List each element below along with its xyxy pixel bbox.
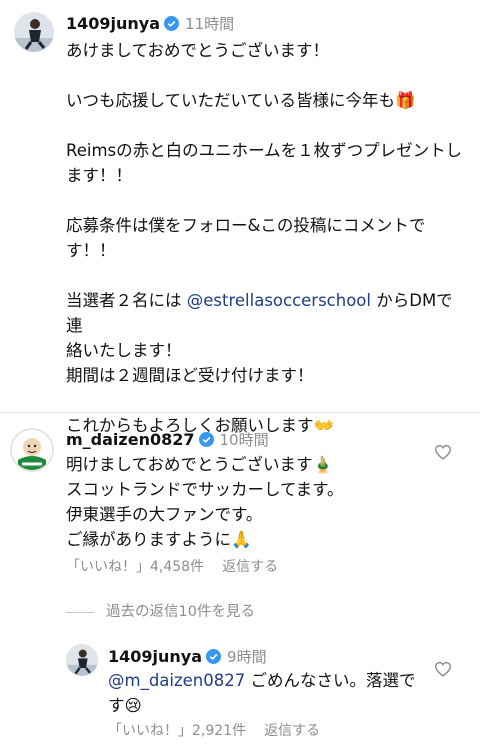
reply-reply-button[interactable]: 返信する bbox=[264, 723, 320, 739]
post-caption: 1409junya 11時間 あけましておめでとうございます！ いつも応援していた… bbox=[0, 0, 480, 435]
caption-text: あけましておめでとうございます！ いつも応援していただいている皆様に今年も🎁 R… bbox=[66, 41, 463, 435]
post-username[interactable]: 1409junya bbox=[66, 14, 160, 33]
avatar[interactable] bbox=[66, 644, 98, 676]
verified-badge-icon bbox=[198, 432, 214, 451]
view-replies-label: 過去の返信10件を見る bbox=[106, 604, 255, 620]
reply-text: @m_daizen0827 ごめんなさい。落選で す😢 bbox=[108, 671, 416, 715]
comment-text: 明けましておめでとうございます🎍 スコットランドでサッカーしてます。 伊東選手の… bbox=[66, 455, 344, 549]
divider bbox=[0, 412, 480, 413]
mention-link[interactable]: @estrellasoccerschool bbox=[187, 291, 371, 310]
avatar[interactable] bbox=[14, 12, 54, 52]
verified-badge-icon bbox=[206, 649, 222, 668]
avatar[interactable] bbox=[10, 428, 54, 472]
comment-timestamp: 10時間 bbox=[219, 431, 269, 449]
comment-like-count[interactable]: 「いいね！」4,458件 bbox=[66, 559, 204, 575]
replies-line-divider bbox=[66, 611, 94, 613]
mention-link[interactable]: @m_daizen0827 bbox=[108, 671, 245, 690]
comment-username[interactable]: m_daizen0827 bbox=[66, 430, 195, 449]
heart-icon[interactable] bbox=[434, 444, 452, 464]
heart-icon[interactable] bbox=[434, 661, 452, 681]
reply-username[interactable]: 1409junya bbox=[108, 647, 202, 666]
comment-reply-button[interactable]: 返信する bbox=[222, 559, 278, 575]
view-replies-button[interactable]: 過去の返信10件を見る bbox=[66, 600, 255, 621]
reply-timestamp: 9時間 bbox=[227, 648, 267, 666]
post-timestamp: 11時間 bbox=[185, 15, 235, 33]
reply-like-count[interactable]: 「いいね！」2,921件 bbox=[108, 723, 246, 739]
verified-badge-icon bbox=[164, 16, 180, 35]
